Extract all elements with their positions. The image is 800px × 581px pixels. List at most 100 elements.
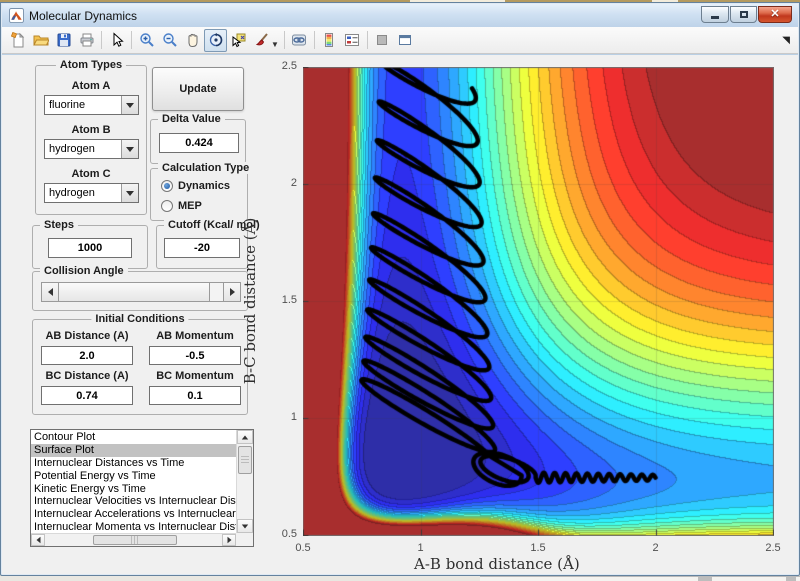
- collision-angle-slider[interactable]: [41, 282, 241, 302]
- list-item[interactable]: Kinetic Energy vs Time: [31, 483, 236, 496]
- matlab-app-icon: [9, 8, 24, 23]
- title-bar[interactable]: Molecular Dynamics ✕: [2, 4, 798, 27]
- list-item[interactable]: Surface Plot: [31, 443, 236, 457]
- overlay-window-icon[interactable]: [394, 29, 417, 52]
- arrow-left-icon: [47, 288, 53, 296]
- atom-a-select[interactable]: fluorine: [44, 95, 139, 115]
- zoom-in-icon[interactable]: [135, 29, 158, 52]
- scrollbar-corner: [236, 533, 253, 546]
- dynamics-radio-label: Dynamics: [178, 180, 230, 192]
- y-axis-label: B-C bond distance (Å): [241, 217, 259, 385]
- calculation-type-title: Calculation Type: [158, 162, 254, 174]
- bc-distance-field[interactable]: [41, 386, 133, 405]
- plot-type-listbox[interactable]: Contour Plot Surface Plot Internuclear Dis…: [30, 429, 254, 547]
- slider-thumb[interactable]: [59, 283, 210, 301]
- bc-distance-label: BC Distance (A): [45, 370, 129, 382]
- brush-dropdown-caret[interactable]: ▼: [271, 40, 279, 49]
- radio-icon: [161, 200, 173, 212]
- insert-legend-icon[interactable]: [341, 29, 364, 52]
- ab-momentum-label: AB Momentum: [156, 330, 234, 342]
- dock-figure-icon[interactable]: [371, 29, 394, 52]
- list-item[interactable]: Potential Energy vs Time: [31, 470, 236, 483]
- atom-a-label: Atom A: [71, 80, 111, 92]
- vertical-scroll-thumb[interactable]: [238, 446, 252, 474]
- toolbar-separator: [366, 31, 368, 49]
- maximize-button[interactable]: [730, 6, 757, 23]
- link-plots-icon[interactable]: [288, 29, 311, 52]
- arrow-down-icon: [241, 524, 249, 528]
- rotate-3d-icon[interactable]: [204, 28, 227, 52]
- horizontal-scrollbar[interactable]: [31, 533, 236, 546]
- list-item[interactable]: Internuclear Distances vs Time: [31, 457, 236, 470]
- print-icon[interactable]: [75, 29, 98, 52]
- x-tick-label: 2: [652, 542, 659, 554]
- atom-c-select[interactable]: hydrogen: [44, 183, 139, 203]
- horizontal-scroll-thumb[interactable]: [93, 535, 177, 545]
- close-icon: ✕: [770, 8, 780, 20]
- zoom-out-icon[interactable]: [158, 29, 181, 52]
- arrow-cursor-icon[interactable]: [105, 29, 128, 52]
- screen: Molecular Dynamics ✕ ▼ ◥ Atom Types Atom…: [0, 0, 800, 581]
- chevron-down-icon: [126, 190, 134, 196]
- bc-momentum-label: BC Momentum: [156, 370, 234, 382]
- scroll-up-button[interactable]: [237, 430, 253, 444]
- app-window: Molecular Dynamics ✕ ▼ ◥ Atom Types Atom…: [0, 2, 800, 576]
- mep-radio-label: MEP: [178, 200, 202, 212]
- ab-distance-label: AB Distance (A): [45, 330, 129, 342]
- arrow-up-icon: [241, 435, 249, 439]
- minimize-button[interactable]: [701, 6, 729, 23]
- atom-c-value: hydrogen: [49, 187, 95, 199]
- ab-distance-field[interactable]: [41, 346, 133, 365]
- list-item[interactable]: Internuclear Accelerations vs Internucle…: [31, 508, 236, 521]
- slider-right-arrow[interactable]: [223, 283, 240, 301]
- list-item[interactable]: Internuclear Momenta vs Internuclear Dis…: [31, 521, 236, 533]
- contour-plot[interactable]: [303, 67, 774, 536]
- y-tick-label: 1: [290, 411, 297, 423]
- list-item[interactable]: Contour Plot: [31, 431, 236, 444]
- atom-b-dropdown-button[interactable]: [121, 140, 138, 158]
- chevron-down-icon: [126, 102, 134, 108]
- save-icon[interactable]: [52, 29, 75, 52]
- new-file-icon[interactable]: [6, 29, 29, 52]
- y-tick-label: 2.5: [281, 60, 297, 72]
- delta-value-title: Delta Value: [158, 113, 225, 125]
- delta-value-group: Delta Value: [150, 113, 246, 164]
- scroll-left-button[interactable]: [31, 534, 45, 546]
- atom-c-dropdown-button[interactable]: [121, 184, 138, 202]
- toolbar-overflow-icon[interactable]: ◥: [782, 35, 790, 46]
- ab-momentum-field[interactable]: [149, 346, 241, 365]
- bc-momentum-field[interactable]: [149, 386, 241, 405]
- update-button[interactable]: Update: [152, 67, 244, 111]
- steps-title: Steps: [40, 219, 78, 231]
- toolbar-separator: [283, 31, 285, 49]
- minimize-icon: [711, 16, 719, 19]
- dynamics-radio[interactable]: Dynamics: [161, 180, 230, 192]
- list-item[interactable]: Internuclear Velocities vs Internuclear …: [31, 495, 236, 508]
- contour-plot-canvas[interactable]: [303, 67, 774, 536]
- scroll-down-button[interactable]: [237, 519, 253, 533]
- scroll-right-button[interactable]: [222, 534, 236, 546]
- atom-a-dropdown-button[interactable]: [121, 96, 138, 114]
- cutoff-field[interactable]: [164, 238, 240, 258]
- x-axis-label: A-B bond distance (Å): [414, 555, 580, 573]
- insert-colorbar-icon[interactable]: [318, 29, 341, 52]
- close-button[interactable]: ✕: [758, 6, 792, 23]
- atom-c-label: Atom C: [71, 168, 111, 180]
- mep-radio[interactable]: MEP: [161, 200, 202, 212]
- initial-conditions-title: Initial Conditions: [91, 313, 189, 325]
- chevron-down-icon: [126, 146, 134, 152]
- arrow-right-icon: [227, 536, 231, 544]
- data-cursor-icon[interactable]: [227, 29, 250, 52]
- y-tick-label: 1.5: [281, 294, 297, 306]
- delta-value-field[interactable]: [159, 133, 239, 153]
- steps-field[interactable]: [48, 238, 132, 258]
- open-folder-icon[interactable]: [29, 29, 52, 52]
- pan-hand-icon[interactable]: [181, 29, 204, 52]
- x-tick-label: 1.5: [530, 542, 546, 554]
- slider-left-arrow[interactable]: [42, 283, 59, 301]
- y-tick-label: 2: [290, 177, 297, 189]
- brush-icon[interactable]: [250, 29, 273, 52]
- x-tick-label: 1: [417, 542, 424, 554]
- vertical-scrollbar[interactable]: [236, 430, 253, 533]
- atom-b-select[interactable]: hydrogen: [44, 139, 139, 159]
